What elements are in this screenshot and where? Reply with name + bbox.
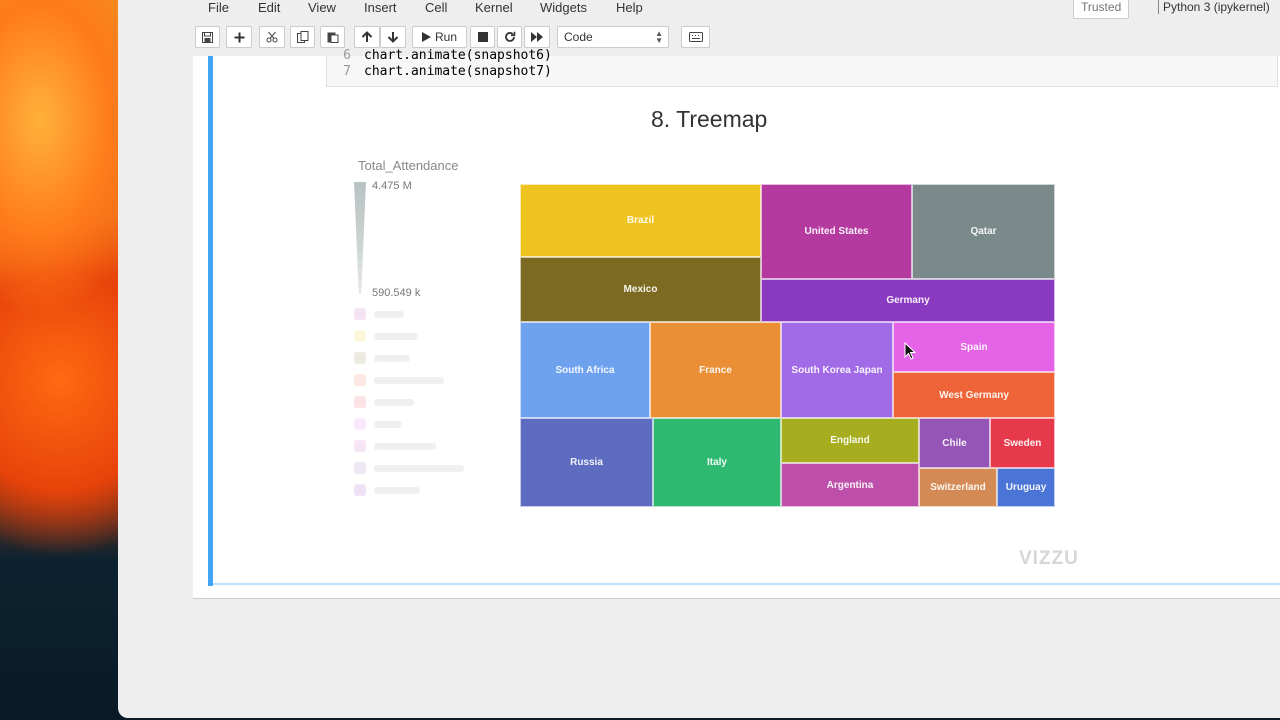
mouse-pointer-icon: [904, 342, 916, 360]
legend-ghost-marker: [354, 462, 366, 474]
menu-edit[interactable]: Edit: [258, 0, 280, 15]
tile-italy: Italy: [653, 418, 781, 507]
menu-bar: File Edit View Insert Cell Kernel Widget…: [118, 0, 1280, 22]
cell-type-value: Code: [564, 30, 593, 44]
insert-cell-button[interactable]: [226, 26, 252, 48]
selected-cell-indicator: [208, 56, 213, 586]
menu-cell[interactable]: Cell: [425, 0, 447, 15]
legend-ghost-text: [374, 465, 464, 472]
tile-england: England: [781, 418, 919, 463]
treemap-chart: Brazil United States Qatar Mexico German…: [520, 184, 1055, 507]
kernel-indicator: Python 3 (ipykernel): [1158, 0, 1270, 14]
save-icon: [202, 31, 213, 43]
legend-ghost-text: [374, 421, 402, 428]
tile-qatar: Qatar: [912, 184, 1055, 279]
menu-view[interactable]: View: [308, 0, 336, 15]
arrow-down-icon: [387, 32, 399, 43]
legend-ghost-text: [374, 311, 404, 318]
command-palette-button[interactable]: [681, 26, 710, 48]
legend-ghost-marker: [354, 418, 366, 430]
legend-gradient: [354, 182, 366, 294]
legend-ghost-marker: [354, 352, 366, 364]
interrupt-button[interactable]: [470, 26, 495, 48]
run-all-button[interactable]: [524, 26, 550, 48]
paste-icon: [327, 32, 338, 43]
tile-chile: Chile: [919, 418, 990, 468]
legend-ghost-marker: [354, 440, 366, 452]
stop-icon: [477, 32, 488, 42]
restart-button[interactable]: [497, 26, 522, 48]
menu-help[interactable]: Help: [616, 0, 643, 15]
chart-title: 8. Treemap: [651, 106, 768, 132]
restart-icon: [504, 31, 515, 42]
menu-insert[interactable]: Insert: [364, 0, 397, 15]
trusted-indicator[interactable]: Trusted: [1073, 0, 1130, 19]
line-number: 6: [343, 48, 351, 63]
legend-ghost-marker: [354, 484, 366, 496]
move-up-button[interactable]: [354, 26, 380, 48]
tile-mexico: Mexico: [520, 257, 761, 322]
tile-france: France: [650, 322, 781, 418]
copy-icon: [296, 31, 308, 43]
toolbar: Run Code ▲ ▼: [118, 26, 1280, 52]
legend-ghost-text: [374, 443, 436, 450]
tile-russia: Russia: [520, 418, 653, 507]
menu-widgets[interactable]: Widgets: [540, 0, 587, 15]
tile-sweden: Sweden: [990, 418, 1055, 468]
play-icon: [421, 32, 431, 42]
legend-ghost-text: [374, 333, 418, 340]
select-chevron-icon: ▲ ▼: [655, 29, 663, 45]
legend-title: Total_Attendance: [358, 158, 459, 173]
plus-icon: [234, 32, 244, 42]
notebook-page: 6 chart.animate(snapshot6) 7 chart.anima…: [193, 48, 1280, 599]
cell-type-select[interactable]: Code ▲ ▼: [557, 26, 669, 48]
legend-ghost-marker: [354, 308, 366, 320]
cell-border: [208, 583, 1280, 585]
save-button[interactable]: [195, 26, 220, 48]
cut-button[interactable]: [259, 26, 285, 48]
menu-kernel[interactable]: Kernel: [475, 0, 513, 15]
paste-button[interactable]: [320, 26, 345, 48]
vizzu-logo: VIZZU: [1019, 548, 1079, 569]
legend-ghost-marker: [354, 374, 366, 386]
fast-forward-icon: [531, 32, 543, 42]
tile-united-states: United States: [761, 184, 912, 279]
run-button[interactable]: Run: [412, 26, 467, 48]
legend-min-label: 590.549 k: [372, 287, 421, 299]
code-text: chart.animate(snapshot6): [364, 48, 552, 63]
tile-uruguay: Uruguay: [997, 468, 1055, 507]
copy-button[interactable]: [290, 26, 315, 48]
line-number: 7: [343, 64, 351, 79]
run-label: Run: [434, 30, 457, 44]
move-down-button[interactable]: [380, 26, 406, 48]
tile-south-africa: South Africa: [520, 322, 650, 418]
arrow-up-icon: [361, 31, 373, 42]
legend-ghost-marker: [354, 330, 366, 342]
legend-ghost-text: [374, 487, 420, 494]
tile-south-korea-japan: South Korea Japan: [781, 322, 893, 418]
tile-argentina: Argentina: [781, 463, 919, 507]
tile-switzerland: Switzerland: [919, 468, 997, 507]
tile-brazil: Brazil: [520, 184, 761, 257]
tile-germany: Germany: [761, 279, 1055, 322]
tile-west-germany: West Germany: [893, 372, 1055, 418]
menu-file[interactable]: File: [208, 0, 229, 15]
code-cell-input[interactable]: 6 chart.animate(snapshot6) 7 chart.anima…: [326, 48, 1278, 87]
code-text: chart.animate(snapshot7): [364, 64, 552, 79]
legend-max-label: 4.475 M: [372, 180, 412, 192]
scissors-icon: [266, 31, 278, 43]
legend-ghost-marker: [354, 396, 366, 408]
legend-ghost-text: [374, 355, 410, 362]
keyboard-icon: [688, 32, 703, 42]
jupyter-window: File Edit View Insert Cell Kernel Widget…: [118, 0, 1280, 718]
legend-ghost-text: [374, 399, 414, 406]
tile-spain: Spain: [893, 322, 1055, 372]
legend-ghost-text: [374, 377, 444, 384]
